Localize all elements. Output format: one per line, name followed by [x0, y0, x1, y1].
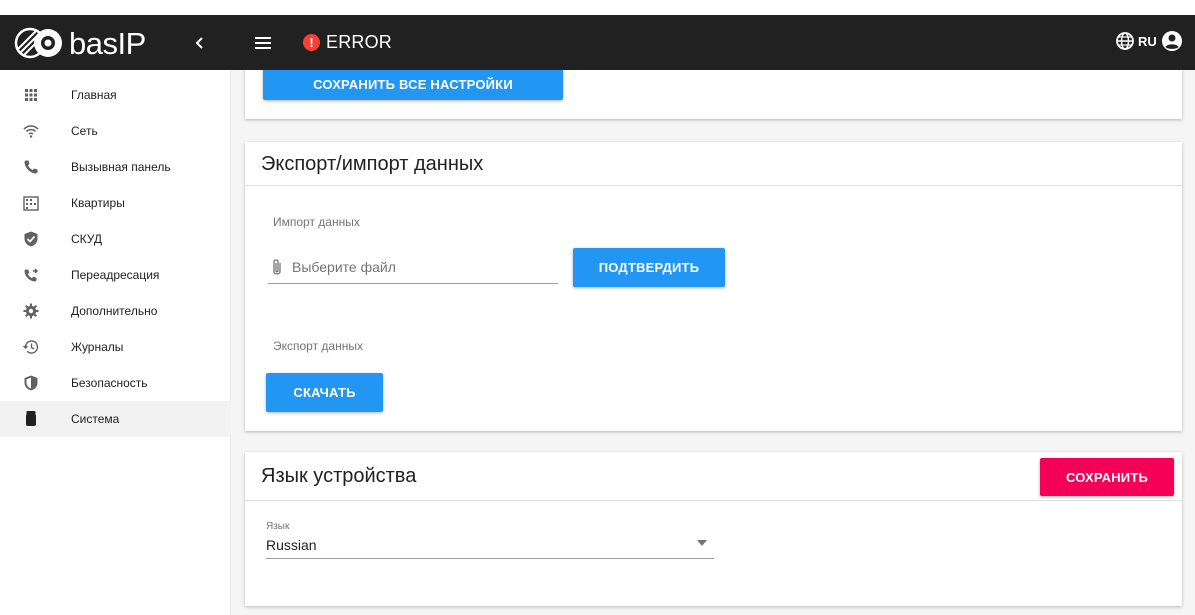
sidebar-nav: Главная Сеть Вызывная панель Квартиры СК… [0, 70, 231, 615]
logo-text: basIP [69, 25, 146, 61]
save-language-button[interactable]: СОХРАНИТЬ [1040, 458, 1174, 496]
sidebar-item-home[interactable]: Главная [0, 77, 231, 113]
globe-icon [1116, 32, 1134, 50]
file-input[interactable]: Выберите файл [268, 254, 558, 284]
apps-grid-icon [25, 89, 37, 101]
sidebar-item-advanced[interactable]: Дополнительно [0, 293, 231, 329]
import-label: Импорт данных [273, 215, 360, 229]
device-language-card: Язык устройства СОХРАНИТЬ Язык Russian [245, 452, 1182, 606]
sidebar-item-label: Вызывная панель [71, 160, 171, 174]
device-icon [26, 411, 36, 426]
security-shield-icon [24, 375, 38, 391]
export-import-card: Экспорт/импорт данных Импорт данных Выбе… [245, 142, 1182, 431]
select-value: Russian [266, 537, 317, 553]
gear-icon [23, 303, 39, 319]
download-button[interactable]: СКАЧАТЬ [266, 373, 383, 412]
sidebar-item-logs[interactable]: Журналы [0, 329, 231, 365]
sidebar-item-label: Безопасность [71, 376, 148, 390]
language-select[interactable]: Язык Russian [266, 518, 714, 559]
card-title: Экспорт/импорт данных [261, 153, 484, 175]
sidebar-item-call-panel[interactable]: Вызывная панель [0, 149, 231, 185]
file-input-placeholder: Выберите файл [292, 259, 396, 275]
account-circle-icon[interactable] [1160, 29, 1184, 53]
phone-icon [24, 160, 38, 174]
shield-check-icon [24, 231, 38, 247]
settings-card: СОХРАНИТЬ ВСЕ НАСТРОЙКИ [245, 70, 1182, 119]
sidebar-item-label: Дополнительно [71, 304, 158, 318]
confirm-button[interactable]: ПОДТВЕРДИТЬ [573, 248, 725, 287]
sidebar-item-network[interactable]: Сеть [0, 113, 231, 149]
sidebar-item-security[interactable]: Безопасность [0, 365, 231, 401]
sidebar-item-label: Система [71, 412, 120, 426]
error-status-text: ERROR [326, 32, 393, 52]
divider [245, 185, 1182, 186]
language-switcher[interactable]: RU [1115, 31, 1157, 51]
card-title: Язык устройства [261, 465, 417, 487]
building-icon [23, 196, 39, 211]
sidebar-item-apartments[interactable]: Квартиры [0, 185, 231, 221]
sidebar-item-label: Квартиры [71, 196, 125, 210]
chevron-left-icon[interactable] [190, 33, 210, 53]
error-status: ! ERROR [303, 32, 392, 53]
main-content: СОХРАНИТЬ ВСЕ НАСТРОЙКИ Экспорт/импорт д… [231, 70, 1195, 615]
sidebar-item-forwarding[interactable]: Переадресация [0, 257, 231, 293]
error-icon: ! [303, 34, 320, 51]
paperclip-icon [273, 259, 281, 275]
select-label: Язык [266, 521, 290, 532]
hamburger-menu-icon[interactable] [252, 32, 274, 54]
sidebar-item-label: Главная [71, 88, 117, 102]
sidebar-item-label: СКУД [71, 232, 103, 246]
export-label: Экспорт данных [273, 339, 363, 353]
save-all-settings-button[interactable]: СОХРАНИТЬ ВСЕ НАСТРОЙКИ [263, 70, 563, 100]
language-code: RU [1138, 33, 1157, 49]
sidebar-item-label: Переадресация [71, 268, 160, 282]
basip-logo-icon [14, 27, 62, 59]
divider [245, 500, 1182, 501]
sidebar-item-label: Сеть [71, 124, 98, 138]
wifi-icon [23, 125, 39, 138]
sidebar-item-label: Журналы [71, 340, 124, 354]
caret-down-icon [697, 540, 707, 546]
sidebar-item-access-control[interactable]: СКУД [0, 221, 231, 257]
basip-logo[interactable]: basIP [14, 25, 146, 61]
phone-forward-icon [24, 268, 39, 282]
top-app-bar: basIP ! ERROR RU [0, 15, 1195, 70]
history-icon [23, 340, 39, 354]
sidebar-item-system[interactable]: Система [0, 401, 231, 437]
